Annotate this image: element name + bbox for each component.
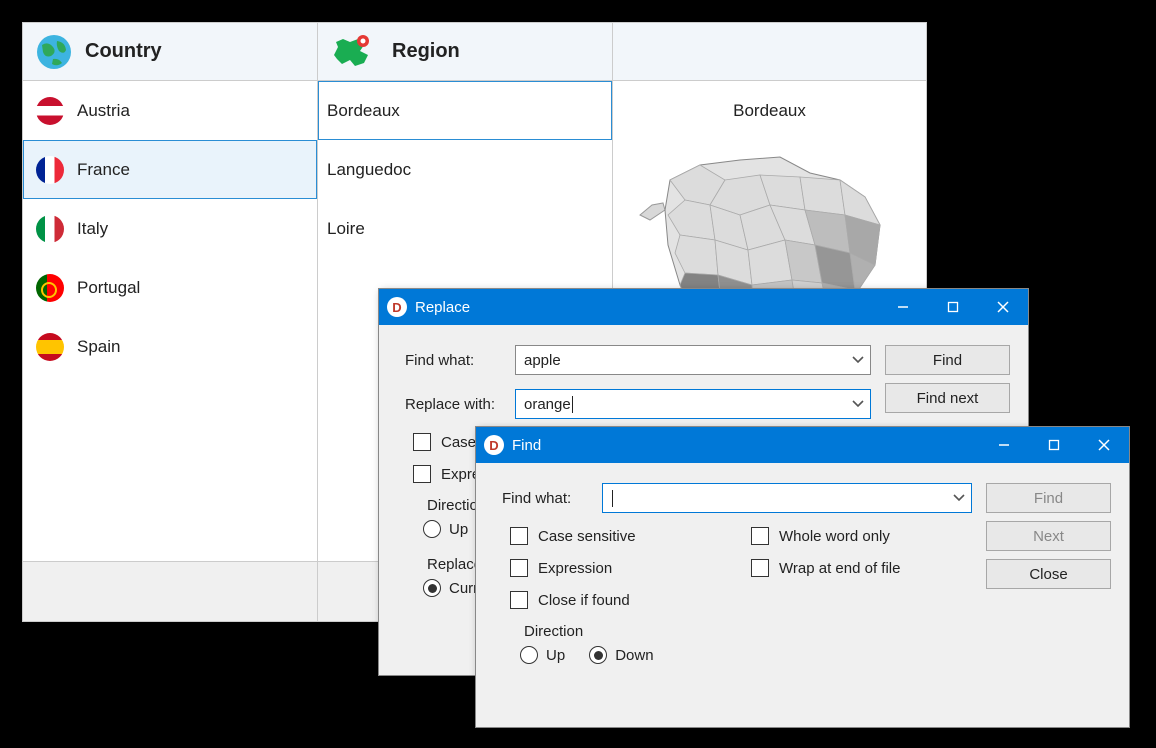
map-header-blank xyxy=(613,23,926,81)
checkbox-icon xyxy=(413,433,431,451)
find-titlebar[interactable]: D Find xyxy=(476,427,1129,463)
country-header: Country xyxy=(23,23,317,81)
replace-with-label: Replace with: xyxy=(405,396,505,413)
chevron-down-icon[interactable] xyxy=(852,356,864,364)
chevron-down-icon[interactable] xyxy=(852,400,864,408)
flag-italy-icon xyxy=(36,215,64,243)
replace-with-input[interactable]: orange xyxy=(515,389,871,419)
region-map-icon xyxy=(330,33,380,71)
maximize-button[interactable] xyxy=(1029,427,1079,463)
find-what-input[interactable] xyxy=(602,483,972,513)
country-header-label: Country xyxy=(85,40,162,63)
close-button[interactable] xyxy=(1079,427,1129,463)
flag-france-icon xyxy=(36,156,64,184)
flag-spain-icon xyxy=(36,333,64,361)
close-dialog-button[interactable]: Close xyxy=(986,559,1111,589)
minimize-button[interactable] xyxy=(979,427,1029,463)
maximize-button[interactable] xyxy=(928,289,978,325)
direction-down-radio[interactable]: Down xyxy=(589,646,653,664)
country-list: Austria France Italy Portugal Spain xyxy=(23,81,317,561)
checkbox-label: Close if found xyxy=(538,592,630,609)
map-label: Bordeaux xyxy=(733,101,806,121)
checkbox-icon xyxy=(510,527,528,545)
region-header-label: Region xyxy=(392,40,460,63)
checkbox-label: Expression xyxy=(538,560,612,577)
find-what-label: Find what: xyxy=(502,490,592,507)
radio-icon xyxy=(589,646,607,664)
radio-icon xyxy=(423,520,441,538)
country-label: Austria xyxy=(77,101,130,121)
region-label: Languedoc xyxy=(327,160,411,180)
close-if-found-checkbox[interactable]: Close if found xyxy=(510,591,731,609)
find-title: Find xyxy=(512,437,979,454)
checkbox-icon xyxy=(751,559,769,577)
direction-group: Direction Up Down xyxy=(520,623,972,664)
chevron-down-icon[interactable] xyxy=(953,494,965,502)
find-what-input[interactable]: apple xyxy=(515,345,871,375)
text-cursor xyxy=(572,396,573,413)
find-next-button[interactable]: Find next xyxy=(885,383,1010,413)
direction-up-radio[interactable]: Up xyxy=(520,646,565,664)
country-item-italy[interactable]: Italy xyxy=(23,199,317,258)
radio-icon xyxy=(520,646,538,664)
flag-portugal-icon xyxy=(36,274,64,302)
checkbox-icon xyxy=(413,465,431,483)
app-icon: D xyxy=(387,297,407,317)
footer-cell-country xyxy=(23,562,318,621)
region-item-loire[interactable]: Loire xyxy=(318,199,612,258)
region-item-languedoc[interactable]: Languedoc xyxy=(318,140,612,199)
country-column: Country Austria France Italy Portugal xyxy=(23,23,318,561)
close-button[interactable] xyxy=(978,289,1028,325)
case-sensitive-checkbox[interactable]: Case sensitive xyxy=(510,527,731,545)
find-what-label: Find what: xyxy=(405,352,505,369)
region-item-bordeaux[interactable]: Bordeaux xyxy=(318,81,612,140)
app-icon: D xyxy=(484,435,504,455)
region-label: Bordeaux xyxy=(327,101,400,121)
country-item-austria[interactable]: Austria xyxy=(23,81,317,140)
country-item-france[interactable]: France xyxy=(23,140,317,199)
country-label: France xyxy=(77,160,130,180)
replace-title: Replace xyxy=(415,299,878,316)
minimize-button[interactable] xyxy=(878,289,928,325)
radio-label: Down xyxy=(615,647,653,664)
checkbox-icon xyxy=(510,559,528,577)
country-label: Italy xyxy=(77,219,108,239)
country-label: Portugal xyxy=(77,278,140,298)
region-label: Loire xyxy=(327,219,365,239)
radio-label: Up xyxy=(546,647,565,664)
text-cursor xyxy=(612,490,613,507)
globe-icon xyxy=(35,33,73,71)
next-button[interactable]: Next xyxy=(986,521,1111,551)
checkbox-label: Wrap at end of file xyxy=(779,560,900,577)
checkbox-label: Whole word only xyxy=(779,528,890,545)
wrap-checkbox[interactable]: Wrap at end of file xyxy=(751,559,972,577)
replace-titlebar[interactable]: D Replace xyxy=(379,289,1028,325)
country-item-portugal[interactable]: Portugal xyxy=(23,258,317,317)
radio-icon xyxy=(423,579,441,597)
direction-label: Direction xyxy=(524,623,972,640)
radio-label: Up xyxy=(449,521,468,538)
checkbox-icon xyxy=(510,591,528,609)
checkbox-icon xyxy=(751,527,769,545)
direction-up-radio[interactable]: Up xyxy=(423,520,468,538)
whole-word-checkbox[interactable]: Whole word only xyxy=(751,527,972,545)
replace-with-value: orange xyxy=(524,396,571,413)
find-button[interactable]: Find xyxy=(885,345,1010,375)
checkbox-label: Case sensitive xyxy=(538,528,636,545)
find-button[interactable]: Find xyxy=(986,483,1111,513)
find-what-value: apple xyxy=(524,352,561,369)
expression-checkbox[interactable]: Expression xyxy=(510,559,731,577)
flag-austria-icon xyxy=(36,97,64,125)
find-dialog: D Find Find what: xyxy=(475,426,1130,728)
region-header: Region xyxy=(318,23,612,81)
country-item-spain[interactable]: Spain xyxy=(23,317,317,376)
country-label: Spain xyxy=(77,337,120,357)
